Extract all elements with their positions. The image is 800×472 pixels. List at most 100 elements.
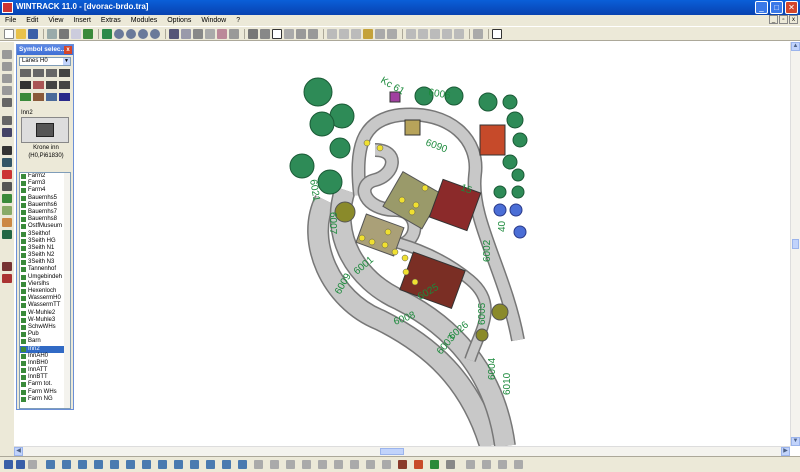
signal-icon[interactable]: [20, 81, 31, 89]
grid-icon[interactable]: [430, 28, 440, 39]
layer-25-icon[interactable]: [382, 460, 391, 469]
menu-view[interactable]: View: [43, 17, 68, 24]
list-item[interactable]: Farm WHs: [20, 389, 70, 396]
track-switch-icon[interactable]: [248, 28, 258, 39]
list-scrollbar[interactable]: [64, 173, 70, 408]
maximize-button[interactable]: □: [770, 1, 783, 14]
close-button[interactable]: ✕: [785, 1, 798, 14]
arrow-mode-icon[interactable]: [473, 28, 483, 39]
snap-icon[interactable]: [418, 28, 428, 39]
list-item[interactable]: Bauernhs6: [20, 202, 70, 209]
save-icon[interactable]: [28, 28, 38, 39]
align-icon[interactable]: [375, 28, 385, 39]
list-item[interactable]: Hexenloch: [20, 288, 70, 295]
layer-27-icon[interactable]: [482, 460, 491, 469]
layer-icon[interactable]: [442, 28, 452, 39]
crossing-tool-icon[interactable]: [2, 74, 12, 83]
horizontal-scroll-thumb[interactable]: [380, 448, 404, 455]
scroll-down-button[interactable]: ▼: [791, 437, 800, 446]
list-item[interactable]: OstfMuseum: [20, 223, 70, 230]
list-item[interactable]: Bauernhs7: [20, 209, 70, 216]
layer-8-icon[interactable]: [110, 460, 119, 469]
list-item[interactable]: Farm2: [20, 173, 70, 180]
list-item[interactable]: InnATT: [20, 367, 70, 374]
track-curve-icon[interactable]: [260, 28, 270, 39]
list-item[interactable]: Farm tot.: [20, 381, 70, 388]
menu-insert[interactable]: Insert: [68, 17, 96, 24]
list-item[interactable]: Farm4: [20, 187, 70, 194]
layer-1-icon[interactable]: [4, 460, 13, 469]
layer-11-icon[interactable]: [158, 460, 167, 469]
undo-icon[interactable]: [169, 28, 179, 39]
zoom-window-icon[interactable]: [138, 28, 148, 39]
menu-edit[interactable]: Edit: [21, 17, 43, 24]
layer-5-icon[interactable]: [62, 460, 71, 469]
tree-icon[interactable]: [20, 93, 31, 101]
draw-tool-icon[interactable]: [2, 98, 12, 107]
menu-extras[interactable]: Extras: [96, 17, 126, 24]
text-tool-icon[interactable]: [2, 146, 12, 155]
turnout-tool-icon[interactable]: [2, 62, 12, 71]
doc-minimize-button[interactable]: _: [769, 15, 778, 24]
list-item[interactable]: InnBTT: [20, 374, 70, 381]
print-preview-icon[interactable]: [47, 28, 57, 39]
redo-icon[interactable]: [181, 28, 191, 39]
move-icon[interactable]: [327, 28, 337, 39]
3d-view-icon[interactable]: [59, 93, 70, 101]
menu-window[interactable]: Window: [196, 17, 231, 24]
horizontal-scrollbar[interactable]: ◀ ▶: [14, 446, 790, 456]
layer-19-icon[interactable]: [286, 460, 295, 469]
drawing-canvas[interactable]: 6006 6007 6008 6009 6005 6002 6001 6010 …: [14, 42, 790, 446]
list-item[interactable]: Barn: [20, 338, 70, 345]
layer-21-icon[interactable]: [318, 460, 327, 469]
road-tool-icon[interactable]: [2, 218, 12, 227]
layer-29-icon[interactable]: [514, 460, 523, 469]
house-icon[interactable]: [398, 460, 407, 469]
doc-close-button[interactable]: x: [789, 15, 798, 24]
layer-15-icon[interactable]: [222, 460, 231, 469]
layout-tool-icon[interactable]: [2, 230, 12, 239]
bridge-tool-icon[interactable]: [2, 128, 12, 137]
scroll-left-button[interactable]: ◀: [14, 447, 23, 456]
mirror-icon[interactable]: [351, 28, 361, 39]
vehicle-icon[interactable]: [46, 81, 57, 89]
list-item[interactable]: Bauernhs8: [20, 216, 70, 223]
building-tool-icon[interactable]: [2, 158, 12, 167]
zoom-fit-icon[interactable]: [102, 28, 112, 39]
list-item[interactable]: Farm3: [20, 180, 70, 187]
height-icon[interactable]: [363, 28, 373, 39]
print-layer-icon[interactable]: [446, 460, 455, 469]
list-item[interactable]: W-Muhle3: [20, 317, 70, 324]
landscape-icon[interactable]: [46, 93, 57, 101]
list-item[interactable]: Vierslhs: [20, 281, 70, 288]
measure-icon[interactable]: [406, 28, 416, 39]
paste-icon[interactable]: [217, 28, 227, 39]
list-item[interactable]: W-Muhle2: [20, 310, 70, 317]
layer-28-icon[interactable]: [498, 460, 507, 469]
print-icon[interactable]: [59, 28, 69, 39]
track-tool-icon[interactable]: [2, 50, 12, 59]
landscape-tool-icon[interactable]: [2, 206, 12, 215]
panel-title[interactable]: Symbol selec... x: [17, 45, 73, 55]
track-parallel-icon[interactable]: [308, 28, 318, 39]
tree-tool-icon[interactable]: [2, 194, 12, 203]
zoom-in-icon[interactable]: [114, 28, 124, 39]
layer-20-icon[interactable]: [302, 460, 311, 469]
app-icon[interactable]: [2, 2, 13, 13]
signal-tool-icon[interactable]: [2, 116, 12, 125]
figure-tool-icon[interactable]: [2, 170, 12, 179]
zoom-out-icon[interactable]: [126, 28, 136, 39]
list-item[interactable]: 3Seith N1: [20, 245, 70, 252]
layer-3-icon[interactable]: [28, 460, 37, 469]
layer-12-icon[interactable]: [174, 460, 183, 469]
rotate-icon[interactable]: [339, 28, 349, 39]
layer-26-icon[interactable]: [466, 460, 475, 469]
label-icon[interactable]: [454, 28, 464, 39]
truck-icon[interactable]: [59, 81, 70, 89]
menu-modules[interactable]: Modules: [126, 17, 162, 24]
layer-10-icon[interactable]: [142, 460, 151, 469]
flag-icon[interactable]: [430, 460, 439, 469]
scroll-right-button[interactable]: ▶: [781, 447, 790, 456]
track-switch-icon[interactable]: [46, 69, 57, 77]
minimize-button[interactable]: _: [755, 1, 768, 14]
